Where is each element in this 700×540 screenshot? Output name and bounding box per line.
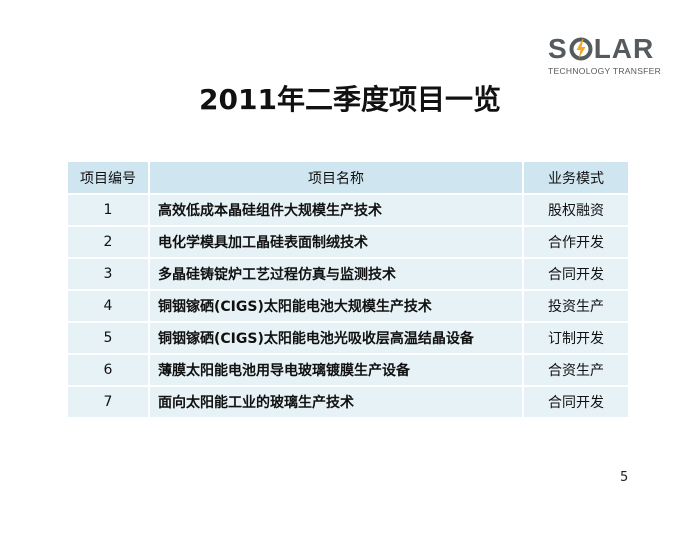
logo-wordmark: S LAR [548,34,666,64]
sun-bolt-icon-graphic [569,37,593,61]
row-number: 7 [68,387,150,419]
row-project-name: 铜铟镓硒(CIGS)太阳能电池光吸收层高温结晶设备 [150,323,524,355]
row-number: 4 [68,291,150,323]
row-project-name: 铜铟镓硒(CIGS)太阳能电池大规模生产技术 [150,291,524,323]
logo-tagline: TECHNOLOGY TRANSFER [548,66,662,76]
row-project-name: 高效低成本晶硅组件大规模生产技术 [150,195,524,227]
table-header-row: 项目编号 项目名称 业务模式 [68,162,628,195]
row-number: 1 [68,195,150,227]
row-business-mode: 合作开发 [524,227,628,259]
header-business-mode: 业务模式 [524,162,628,195]
row-business-mode: 合同开发 [524,259,628,291]
row-business-mode: 股权融资 [524,195,628,227]
table-row: 3 多晶硅铸锭炉工艺过程仿真与监测技术 合同开发 [68,259,628,291]
table-row: 1 高效低成本晶硅组件大规模生产技术 股权融资 [68,195,628,227]
row-business-mode: 合同开发 [524,387,628,419]
logo-letters-rest: LAR [593,33,655,64]
row-project-name: 多晶硅铸锭炉工艺过程仿真与监测技术 [150,259,524,291]
row-project-name: 面向太阳能工业的玻璃生产技术 [150,387,524,419]
row-business-mode: 投资生产 [524,291,628,323]
table-row: 7 面向太阳能工业的玻璃生产技术 合同开发 [68,387,628,419]
header-project-number: 项目编号 [68,162,150,195]
page-title: 2011年二季度项目一览 [199,83,501,116]
company-logo: S LAR TECHNOLOGY TRANSFER [548,34,666,80]
row-number: 6 [68,355,150,387]
project-table-container: 项目编号 项目名称 业务模式 1 高效低成本晶硅组件大规模生产技术 股权融资 2… [68,162,628,419]
table-row: 6 薄膜太阳能电池用导电玻璃镀膜生产设备 合资生产 [68,355,628,387]
row-business-mode: 合资生产 [524,355,628,387]
row-business-mode: 订制开发 [524,323,628,355]
row-project-name: 薄膜太阳能电池用导电玻璃镀膜生产设备 [150,355,524,387]
project-table: 项目编号 项目名称 业务模式 1 高效低成本晶硅组件大规模生产技术 股权融资 2… [68,162,628,419]
header-project-name: 项目名称 [150,162,524,195]
table-row: 5 铜铟镓硒(CIGS)太阳能电池光吸收层高温结晶设备 订制开发 [68,323,628,355]
table-row: 4 铜铟镓硒(CIGS)太阳能电池大规模生产技术 投资生产 [68,291,628,323]
logo-letter-s: S [548,33,568,64]
row-number: 3 [68,259,150,291]
row-number: 2 [68,227,150,259]
page-number: 5 [620,470,629,485]
row-number: 5 [68,323,150,355]
row-project-name: 电化学模具加工晶硅表面制绒技术 [150,227,524,259]
table-row: 2 电化学模具加工晶硅表面制绒技术 合作开发 [68,227,628,259]
sun-bolt-icon [569,37,593,61]
